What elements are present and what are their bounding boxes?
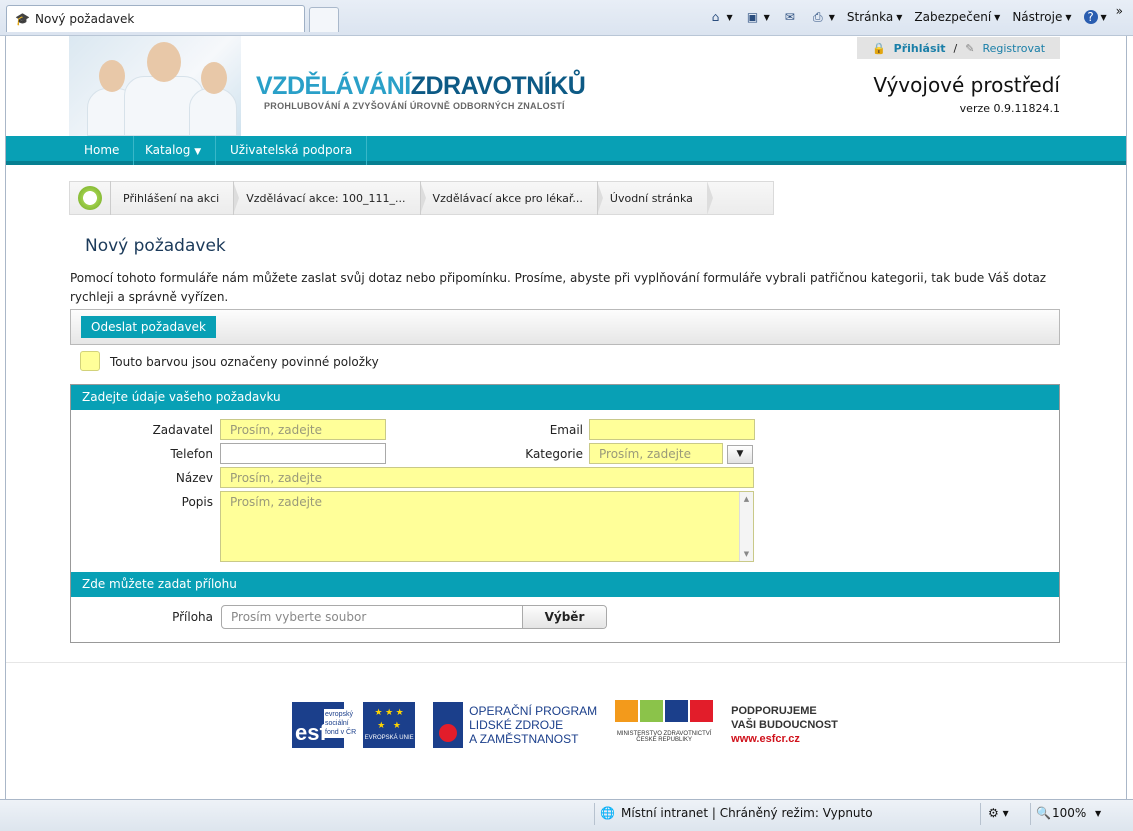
print-button[interactable]: ⎙ ▼ xyxy=(807,8,838,26)
chevron-down-icon[interactable]: ▼ xyxy=(1095,809,1101,818)
chevron-down-icon: ▼ xyxy=(736,449,744,459)
ministry-logo[interactable]: MINISTERSTVO ZDRAVOTNICTVÍ ČESKÉ REPUBLIK… xyxy=(615,700,714,750)
oplz-icon xyxy=(433,702,464,748)
zoom-level[interactable]: 100% xyxy=(1052,806,1086,820)
required-color-swatch xyxy=(80,351,100,371)
browser-chrome: 🎓 Nový požadavek ⌂ ▼ ▣ ▼ ✉ ⎙ ▼ Stránka ▼ Zab… xyxy=(0,0,1133,36)
brand-tagline: PROHLUBOVÁNÍ A ZVYŠOVÁNÍ ÚROVNĚ ODBORNÝC… xyxy=(264,101,565,111)
help-icon: ? xyxy=(1083,10,1098,24)
breadcrumb-item[interactable]: Úvodní stránka xyxy=(596,181,713,215)
section-header-details: Zadejte údaje vašeho požadavku xyxy=(71,385,1059,410)
main-nav: Home Katalog ▼ Uživatelská podpora xyxy=(6,136,1126,165)
mail-button[interactable]: ✉ xyxy=(779,8,801,26)
category-dropdown-button[interactable]: ▼ xyxy=(727,445,753,464)
security-zone[interactable]: Místní intranet | Chráněný režim: Vypnut… xyxy=(621,806,873,820)
requester-label: Zadavatel xyxy=(152,423,213,437)
login-bar: 🔒 Přihlásit / ✎ Registrovat xyxy=(857,37,1060,59)
request-form: Zadejte údaje vašeho požadavku Zadavatel… xyxy=(70,384,1060,643)
breadcrumb-item[interactable]: Přihlášení na akci xyxy=(110,181,240,215)
tab-title: Nový požadavek xyxy=(35,12,135,26)
eu-flag: ★ ★ ★ ★ ★ EVROPSKÁ UNIE xyxy=(363,702,416,748)
section-header-attachment: Zde můžete zadat přílohu xyxy=(71,572,1059,597)
attachment-label: Příloha xyxy=(172,610,213,624)
required-legend: Touto barvou jsou označeny povinné polož… xyxy=(110,355,379,369)
category-select[interactable]: Prosím, zadejte xyxy=(589,443,723,464)
command-bar: ⌂ ▼ ▣ ▼ ✉ ⎙ ▼ Stránka ▼ Zabezpečení ▼ Nástroj… xyxy=(704,4,1123,28)
textarea-scrollbar[interactable]: ▲ ▼ xyxy=(739,492,753,561)
doctors-banner-image xyxy=(69,36,241,136)
title-input[interactable]: Prosím, zadejte xyxy=(220,467,754,488)
title-label: Název xyxy=(175,471,213,485)
nav-catalog[interactable]: Katalog ▼ xyxy=(131,136,217,165)
nav-home[interactable]: Home xyxy=(70,136,135,165)
login-link[interactable]: Přihlásit xyxy=(894,42,946,55)
environment-title: Vývojové prostředí xyxy=(873,73,1060,97)
browse-button[interactable]: Výběr xyxy=(522,606,606,628)
chevron-down-icon: ▼ xyxy=(194,147,202,157)
home-button[interactable]: ⌂ ▼ xyxy=(704,8,735,26)
clock-icon xyxy=(78,186,102,210)
description-label: Popis xyxy=(181,495,213,509)
mail-icon: ✉ xyxy=(784,10,795,24)
brand-logo[interactable]: VZDĚLÁVÁNÍZDRAVOTNÍKŮ xyxy=(256,72,586,101)
register-link[interactable]: Registrovat xyxy=(982,42,1045,55)
breadcrumb: Přihlášení na akci Vzdělávací akce: 100_… xyxy=(69,181,774,215)
printer-icon: ⎙ xyxy=(812,10,823,24)
support-logo[interactable]: PODPORUJEME VAŠI BUDOUCNOST www.esfcr.cz xyxy=(731,700,838,750)
email-input[interactable] xyxy=(589,419,755,440)
form-toolbar: Odeslat požadavek xyxy=(70,309,1060,345)
page-viewport: VZDĚLÁVÁNÍZDRAVOTNÍKŮ PROHLUBOVÁNÍ A ZVY… xyxy=(5,36,1127,799)
page-title: Nový požadavek xyxy=(85,236,226,256)
attachment-file-input[interactable]: Prosím vyberte soubor Výběr xyxy=(221,605,607,629)
nav-support[interactable]: Uživatelská podpora xyxy=(216,136,368,165)
edit-icon: ✎ xyxy=(965,41,975,55)
version-label: verze 0.9.11824.1 xyxy=(959,102,1060,115)
browser-tab[interactable]: 🎓 Nový požadavek xyxy=(6,5,305,32)
breadcrumb-item[interactable]: Vzdělávací akce: 100_111_... xyxy=(233,181,426,215)
feeds-button[interactable]: ▣ ▼ xyxy=(742,8,773,26)
protected-mode-icon[interactable]: ⚙ ▾ xyxy=(988,806,1009,820)
email-label: Email xyxy=(549,423,583,437)
new-tab-button[interactable] xyxy=(309,7,339,32)
chevron-more-icon[interactable]: » xyxy=(1116,4,1123,18)
security-menu[interactable]: Zabezpečení ▼ xyxy=(911,8,1003,26)
site-header: VZDĚLÁVÁNÍZDRAVOTNÍKŮ PROHLUBOVÁNÍ A ZVY… xyxy=(6,36,1126,136)
page-menu[interactable]: Stránka ▼ xyxy=(844,8,905,26)
phone-label: Telefon xyxy=(170,447,213,461)
phone-input[interactable] xyxy=(220,443,386,464)
oplz-logo[interactable]: OPERAČNÍ PROGRAM LIDSKÉ ZDROJE A ZAMĚSTN… xyxy=(433,700,597,750)
requester-input[interactable]: Prosím, zadejte xyxy=(220,419,386,440)
esf-logo[interactable]: esf evropský sociální fond v ČR ★ ★ ★ ★ ★… xyxy=(292,700,416,750)
intro-text: Pomocí tohoto formuláře nám můžete zasla… xyxy=(70,271,1047,304)
graduation-cap-icon: 🎓 xyxy=(15,12,30,26)
globe-icon: 🌐 xyxy=(600,806,615,820)
rss-icon: ▣ xyxy=(746,10,759,24)
category-label: Kategorie xyxy=(525,447,583,461)
home-icon: ⌂ xyxy=(711,10,720,24)
browser-status-bar: 🌐 Místní intranet | Chráněný režim: Vypn… xyxy=(0,799,1133,831)
help-button[interactable]: ? ▼ xyxy=(1081,8,1110,26)
zoom-icon: 🔍 xyxy=(1036,806,1051,820)
tools-menu[interactable]: Nástroje ▼ xyxy=(1009,8,1074,26)
footer-logos: esf evropský sociální fond v ČR ★ ★ ★ ★ ★… xyxy=(292,700,838,750)
send-request-button[interactable]: Odeslat požadavek xyxy=(81,316,216,338)
breadcrumb-item[interactable]: Vzdělávací akce pro lékař... xyxy=(419,181,604,215)
description-textarea[interactable]: Prosím, zadejte ▲ ▼ xyxy=(220,491,754,562)
footer-divider xyxy=(6,662,1126,663)
lock-icon: 🔒 xyxy=(871,41,886,55)
